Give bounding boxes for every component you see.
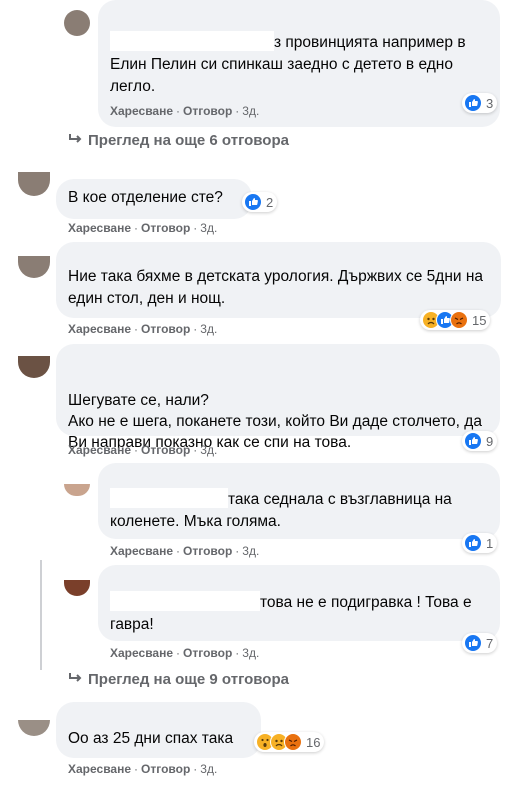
reply-link[interactable]: Отговор (183, 104, 232, 118)
avatar[interactable] (64, 10, 90, 36)
comment-bubble: Оо аз 25 дни спах така (56, 702, 261, 758)
comment-bubble: В кое отделение сте? (56, 179, 252, 219)
reaction-summary[interactable]: 9 (462, 431, 498, 451)
avatar[interactable] (18, 356, 50, 378)
reply-link[interactable]: Отговор (183, 646, 232, 660)
reply-arrow-icon (68, 671, 82, 688)
like-link[interactable]: Харесване (110, 104, 173, 118)
comment-bubble: това не е подигравка ! Това е гавра! (98, 565, 500, 641)
thumbs-up-icon (464, 94, 482, 112)
redacted-author (110, 488, 228, 508)
comment-actions: Харесване · Отговор · 3д. (68, 762, 218, 776)
reaction-count: 7 (486, 635, 494, 651)
timestamp[interactable]: 3д. (242, 646, 259, 660)
comment-text: В кое отделение сте? (68, 189, 223, 206)
reply-link[interactable]: Отговор (141, 443, 190, 457)
reaction-summary[interactable]: 2 (242, 192, 278, 212)
reply-link[interactable]: Отговор (141, 322, 190, 336)
timestamp[interactable]: 3д. (242, 544, 259, 558)
like-link[interactable]: Харесване (68, 762, 131, 776)
avatar[interactable] (64, 580, 90, 596)
redacted-author (110, 31, 274, 51)
timestamp[interactable]: 3д. (200, 762, 217, 776)
comment-bubble: Ние така бяхме в детската урология. Държ… (56, 242, 501, 318)
like-link[interactable]: Харесване (110, 544, 173, 558)
reply-link[interactable]: Отговор (141, 221, 190, 235)
reaction-count: 9 (486, 433, 494, 449)
thread-line (40, 560, 42, 670)
reaction-count: 16 (306, 734, 321, 750)
timestamp[interactable]: 3д. (242, 104, 259, 118)
avatar[interactable] (18, 720, 50, 736)
reply-arrow-icon (68, 132, 82, 149)
thumbs-up-icon (464, 432, 482, 450)
reaction-count: 15 (472, 312, 487, 328)
reaction-summary[interactable]: 7 (462, 633, 498, 653)
reaction-summary[interactable]: 15 (420, 310, 491, 330)
reply-link[interactable]: Отговор (183, 544, 232, 558)
redacted-author (110, 591, 260, 611)
avatar[interactable] (18, 172, 50, 196)
comment-actions: Харесване · Отговор · 3д. (68, 221, 218, 235)
thumbs-up-icon (244, 193, 262, 211)
thumbs-up-icon (464, 634, 482, 652)
reaction-summary[interactable]: 1 (462, 533, 498, 553)
like-link[interactable]: Харесване (110, 646, 173, 660)
view-more-replies-button[interactable]: Преглед на още 6 отговора (68, 132, 289, 149)
reaction-summary[interactable]: 16 (254, 732, 325, 752)
angry-face-icon (284, 733, 302, 751)
timestamp[interactable]: 3д. (200, 443, 217, 457)
timestamp[interactable]: 3д. (200, 221, 217, 235)
view-more-label: Преглед на още 9 отговора (88, 671, 289, 688)
comment-actions: Харесване · Отговор · 3д. (68, 322, 218, 336)
like-link[interactable]: Харесване (68, 322, 131, 336)
reply-link[interactable]: Отговор (141, 762, 190, 776)
timestamp[interactable]: 3д. (200, 322, 217, 336)
view-more-label: Преглед на още 6 отговора (88, 132, 289, 149)
comment-text: Ние така бяхме в детската урология. Държ… (68, 268, 484, 307)
avatar[interactable] (18, 256, 50, 278)
comment-actions: Харесване · Отговор · 3д. (110, 104, 260, 118)
comment-actions: Харесване · Отговор · 3д. (110, 544, 260, 558)
reaction-summary[interactable]: 3 (462, 93, 498, 113)
comment-text: Оо аз 25 дни спах така (68, 730, 234, 747)
comment-bubble: Шегувате се, нали? Ако не е шега, покане… (56, 344, 500, 451)
reaction-count: 2 (266, 194, 274, 210)
comment-bubble: така седнала с възглавница на коленете. … (98, 463, 500, 539)
angry-face-icon (450, 311, 468, 329)
view-more-replies-button[interactable]: Преглед на още 9 отговора (68, 671, 289, 688)
avatar[interactable] (64, 484, 90, 496)
like-link[interactable]: Харесване (68, 221, 131, 235)
reaction-count: 3 (486, 95, 494, 111)
comment-actions: Харесване · Отговор · 3д. (68, 443, 218, 457)
thumbs-up-icon (464, 534, 482, 552)
reaction-count: 1 (486, 535, 494, 551)
comment-actions: Харесване · Отговор · 3д. (110, 646, 260, 660)
like-link[interactable]: Харесване (68, 443, 131, 457)
